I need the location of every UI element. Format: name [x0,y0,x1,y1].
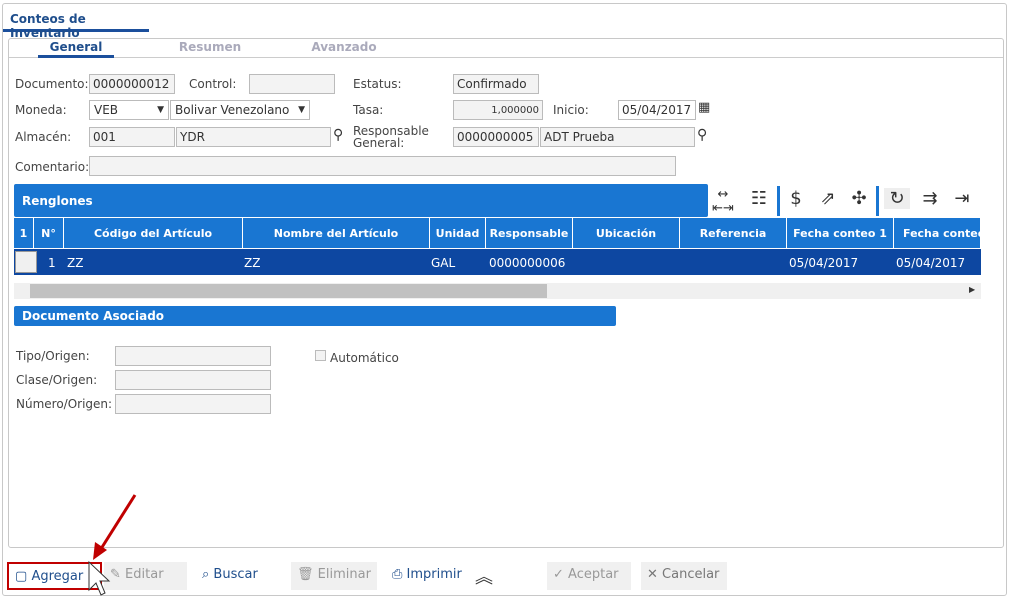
automatico-label: Automático [330,351,399,365]
col-header[interactable]: N° [34,218,64,248]
control-label: Control: [189,77,237,91]
moneda-nombre-value: Bolivar Venezolano [175,103,290,117]
imprimir-button[interactable]: ⎙ Imprimir [386,562,472,590]
documento-label: Documento: [15,77,89,91]
documento-asociado-header: Documento Asociado [14,306,616,326]
buscar-button[interactable]: ⌕ Buscar [196,562,276,590]
almacen-nombre-field: YDR [176,127,331,147]
estatus-label: Estatus: [353,77,402,91]
buscar-label: Buscar [213,567,258,582]
aceptar-button[interactable]: ✓ Aceptar [547,562,631,590]
cell-fecha1: 05/04/2017 [789,256,859,270]
imprimir-label: Imprimir [406,567,462,582]
cell-n: 1 [48,256,56,270]
documento-field[interactable]: 0000000012 [89,74,175,94]
moneda-value: VEB [94,103,119,117]
cancelar-label: Cancelar [662,567,720,582]
scrollbar-thumb[interactable] [30,284,547,298]
cell-unidad: GAL [431,256,456,270]
moneda-label: Moneda: [15,103,67,117]
dollar-icon[interactable]: $ [783,188,809,209]
export-icon[interactable]: ⇥ [949,188,975,209]
col-header[interactable]: Referencia [680,218,787,248]
comentario-field[interactable] [89,156,676,176]
estatus-field: Confirmado [453,74,539,94]
annotation-arrow [88,494,137,596]
add-document-icon: ▢ [15,569,28,584]
eliminar-label: Eliminar [317,567,371,582]
tab-resumen[interactable]: Resumen [172,40,248,58]
close-icon: ✕ [647,567,658,582]
responsable-label: Responsable General: [353,125,429,149]
search-icon[interactable]: ⚲ [333,127,343,143]
col-header[interactable]: Ubicación [573,218,680,248]
puzzle-icon[interactable]: ✣ [846,188,872,209]
responsable-label-line2: General: [353,136,405,150]
refresh-icon[interactable]: ↻ [884,188,910,209]
search-document-icon: ⌕ [202,567,210,582]
col-header[interactable]: Nombre del Artículo [243,218,430,248]
tab-avanzado[interactable]: Avanzado [306,40,382,58]
eliminar-button[interactable]: 🗑 Eliminar [291,562,377,590]
tasa-label: Tasa: [353,103,384,117]
separator [777,186,780,216]
clase-origen-field[interactable] [115,370,271,390]
divider [9,57,1003,58]
cell-codigo: ZZ [67,256,84,270]
tab-general[interactable]: General [38,40,114,58]
moneda-select[interactable]: VEB ▼ [89,100,169,120]
row-checkbox[interactable] [15,251,37,273]
inicio-field[interactable]: 05/04/2017 [618,100,696,120]
cell-responsable: 0000000006 [489,256,566,270]
col-header[interactable]: Responsable [486,218,573,248]
separator [876,186,879,216]
cell-fecha2: 05/04/2017 [896,256,966,270]
list-icon[interactable]: ☷ [746,188,772,209]
printer-icon: ⎙ [392,567,403,582]
col-header[interactable]: Fecha conteo 1 [787,218,894,248]
responsable-field[interactable]: 0000000005 [453,127,539,147]
inicio-label: Inicio: [553,103,589,117]
trash-icon: 🗑 [297,567,314,582]
agregar-label: Agregar [31,569,84,584]
check-icon: ✓ [553,567,564,582]
tipo-origen-label: Tipo/Origen: [16,349,90,363]
tab-conteos-inventario[interactable]: Conteos de Inventario [3,4,149,40]
chevron-double-up-icon[interactable]: ︽ [475,563,493,589]
external-link-icon[interactable]: ⇗ [815,188,841,209]
chevron-down-icon: ▼ [298,105,305,115]
responsable-nombre-field: ADT Prueba [540,127,695,147]
clase-origen-label: Clase/Origen: [16,373,98,387]
col-header[interactable]: 1 [14,218,34,248]
almacen-label: Almacén: [15,130,72,144]
almacen-field[interactable]: 001 [89,127,175,147]
search-icon[interactable]: ⚲ [697,127,707,143]
import-icon[interactable]: ⇉ [917,188,943,209]
aceptar-label: Aceptar [568,567,619,582]
numero-origen-field[interactable] [115,394,271,414]
col-header[interactable]: Fecha conteo [894,218,981,248]
scroll-right-icon[interactable]: ▶ [969,285,975,294]
col-header[interactable]: Código del Artículo [64,218,243,248]
expand-collapse-icon[interactable]: ↔ ⇤⇥ [710,188,736,216]
col-header[interactable]: Unidad [430,218,486,248]
tasa-field[interactable]: 1,000000 [453,100,543,120]
calendar-icon[interactable]: ▦ [698,100,710,115]
tipo-origen-field[interactable] [115,346,271,366]
chevron-down-icon: ▼ [157,105,164,115]
comentario-label: Comentario: [15,160,90,174]
renglones-header: Renglones [14,184,708,217]
numero-origen-label: Número/Origen: [16,397,113,411]
automatico-checkbox[interactable] [315,350,326,361]
moneda-nombre-select[interactable]: Bolivar Venezolano ▼ [170,100,310,120]
control-field[interactable] [249,74,335,94]
cancelar-button[interactable]: ✕ Cancelar [641,562,727,590]
cell-nombre: ZZ [244,256,261,270]
